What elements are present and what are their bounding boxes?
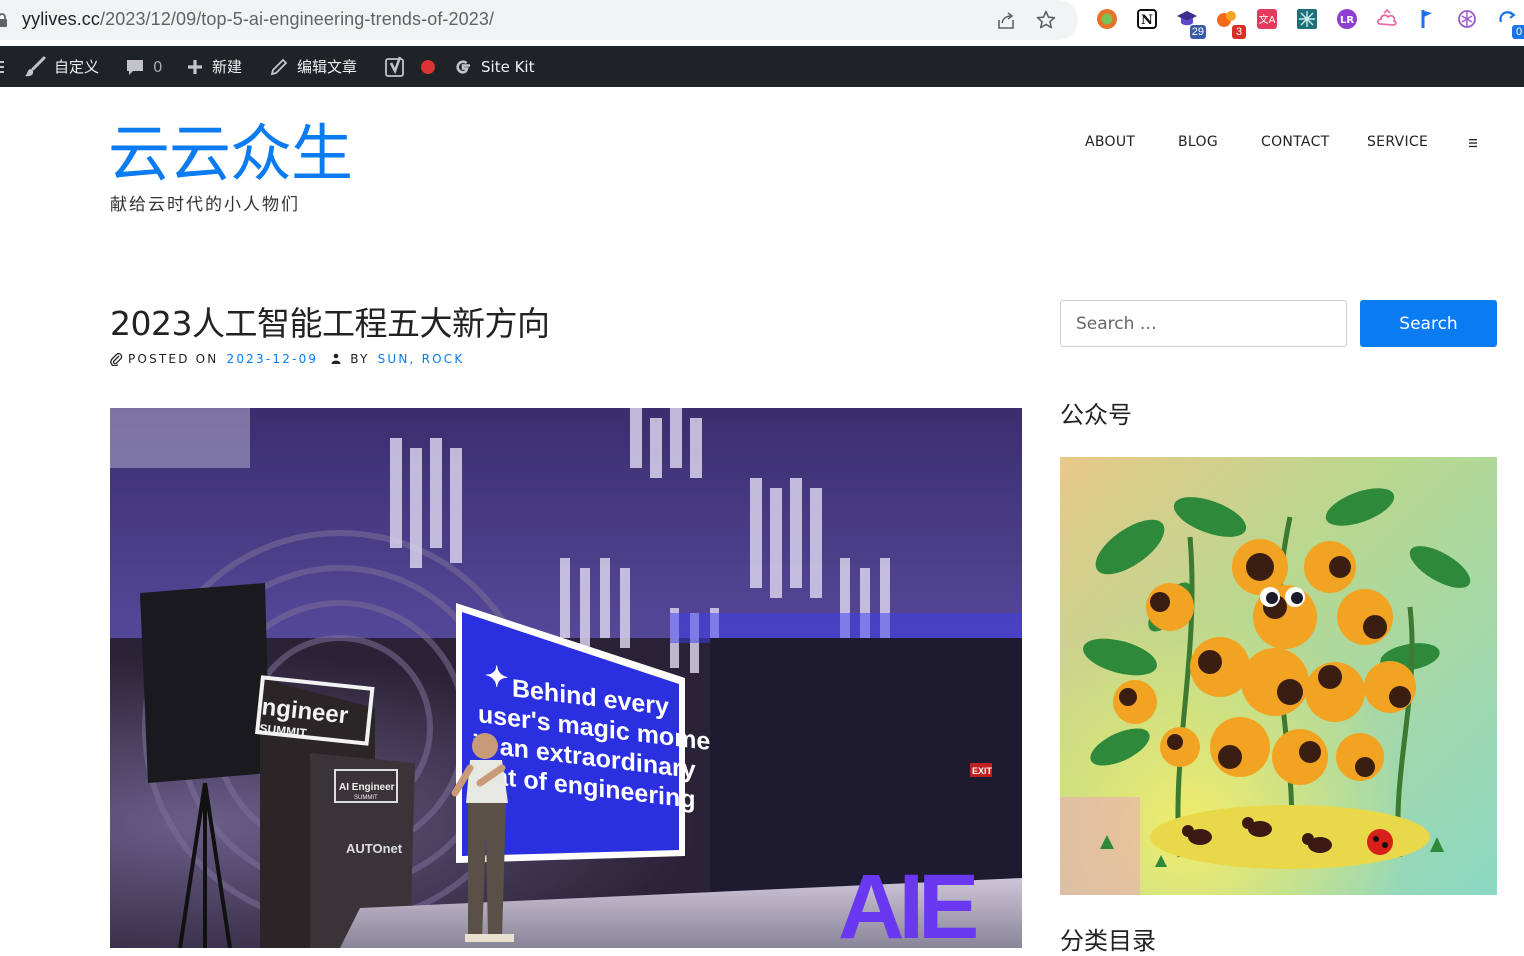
podium-text-1: AI Engineer xyxy=(339,782,395,793)
search-button[interactable]: Search xyxy=(1360,300,1497,347)
exit-sign-text: EXIT xyxy=(972,766,993,776)
posted-on-label: POSTED ON xyxy=(128,352,219,366)
url-host: yylives.cc xyxy=(22,9,101,29)
grid-extension-icon[interactable] xyxy=(1296,8,1318,30)
extension-badge: 29 xyxy=(1189,25,1206,39)
comments-link[interactable]: 0 xyxy=(125,46,163,87)
wp-admin-bar: 自定义 0 新建 编辑文章 Site Kit xyxy=(0,46,1524,87)
new-content-link[interactable]: 新建 xyxy=(186,46,242,87)
bookmark-star-icon[interactable] xyxy=(1035,9,1057,31)
nav-service[interactable]: SERVICE xyxy=(1367,134,1428,150)
graduation-cap-extension[interactable]: 29 xyxy=(1176,8,1206,39)
by-label: BY xyxy=(350,352,370,366)
google-g-icon xyxy=(456,59,470,74)
main-navigation: ABOUT BLOG CONTACT SERVICE xyxy=(0,134,1524,154)
yoast-icon xyxy=(385,56,404,77)
chrome-extension-icon[interactable] xyxy=(1096,8,1118,30)
widget-title-wechat: 公众号 xyxy=(1060,401,1132,429)
nav-blog[interactable]: BLOG xyxy=(1178,134,1218,150)
pencil-icon xyxy=(270,58,288,75)
post-date-link[interactable]: 2023-12-09 xyxy=(227,352,319,366)
ants-illustration xyxy=(1060,457,1497,895)
cloud-extension-icon[interactable] xyxy=(1376,8,1398,30)
edit-label: 编辑文章 xyxy=(297,58,358,76)
seo-status-dot-icon xyxy=(421,59,435,74)
flag-extension-icon[interactable] xyxy=(1416,8,1438,30)
customize-label: 自定义 xyxy=(54,58,100,76)
plus-icon xyxy=(188,59,202,74)
sponsor-logo-text: AUTOnet xyxy=(346,841,403,856)
comment-bubble-icon xyxy=(127,59,143,75)
user-icon xyxy=(331,353,341,364)
url-text[interactable]: yylives.cc/2023/12/09/top-5-ai-engineeri… xyxy=(22,9,494,30)
extension-badge: 3 xyxy=(1232,25,1246,39)
featured-image: ngineer SUMMIT AI Engineer SUMMIT AUTOne… xyxy=(110,408,1022,948)
menu-toggle-icon[interactable] xyxy=(1467,137,1479,149)
nav-about[interactable]: ABOUT xyxy=(1085,134,1135,150)
circle-letter-icon[interactable]: LR xyxy=(1336,8,1358,30)
customize-link[interactable]: 自定义 xyxy=(24,46,99,87)
widget-title-categories: 分类目录 xyxy=(1060,927,1156,955)
sitekit-label: Site Kit xyxy=(481,57,535,76)
podium-text-2: SUMMIT xyxy=(354,795,378,801)
site-kit-link[interactable]: Site Kit xyxy=(453,46,534,87)
comments-count: 0 xyxy=(153,57,163,76)
notion-icon[interactable]: N xyxy=(1136,8,1158,30)
share-icon[interactable] xyxy=(995,10,1017,32)
post-meta: POSTED ON 2023-12-09 BY SUN, ROCK xyxy=(110,351,464,367)
lock-icon[interactable] xyxy=(0,12,9,28)
paintbrush-icon xyxy=(25,56,46,76)
sparkle-glyph: ✦ xyxy=(485,660,508,694)
wechat-qr-image xyxy=(1060,457,1497,895)
new-label: 新建 xyxy=(212,58,243,76)
hamburger-icon xyxy=(0,60,4,73)
url-path: /2023/12/09/top-5-ai-engineering-trends-… xyxy=(100,9,495,29)
paperclip-icon xyxy=(110,352,123,366)
svg-text:N: N xyxy=(1141,13,1153,28)
edit-post-link[interactable]: 编辑文章 xyxy=(269,46,357,87)
browser-toolbar: yylives.cc/2023/12/09/top-5-ai-engineeri… xyxy=(0,0,1524,46)
stage-letters: AIE xyxy=(838,856,976,948)
search-input[interactable] xyxy=(1060,300,1347,347)
translate-icon[interactable]: 文A xyxy=(1256,8,1278,30)
openai-icon[interactable] xyxy=(1456,8,1478,30)
yoast-seo-menu[interactable] xyxy=(384,46,436,87)
nav-contact[interactable]: CONTACT xyxy=(1261,134,1330,150)
admin-menu-toggle[interactable] xyxy=(0,46,4,87)
sync-extension[interactable]: 0 xyxy=(1496,8,1524,39)
svg-text:LR: LR xyxy=(1340,15,1354,26)
site-description: 献给云时代的小人物们 xyxy=(110,195,300,215)
author-link[interactable]: SUN, ROCK xyxy=(378,352,465,366)
post-title: 2023人工智能工程五大新方向 xyxy=(110,304,550,343)
site-title[interactable]: 云云众生 xyxy=(108,114,353,194)
svg-text:文A: 文A xyxy=(1259,13,1276,26)
extension-badge: 0 xyxy=(1512,25,1524,39)
address-bar[interactable]: yylives.cc/2023/12/09/top-5-ai-engineeri… xyxy=(0,0,1078,40)
bubbles-extension[interactable]: 3 xyxy=(1216,8,1246,39)
conference-stage-photo: ngineer SUMMIT AI Engineer SUMMIT AUTOne… xyxy=(110,408,1022,948)
